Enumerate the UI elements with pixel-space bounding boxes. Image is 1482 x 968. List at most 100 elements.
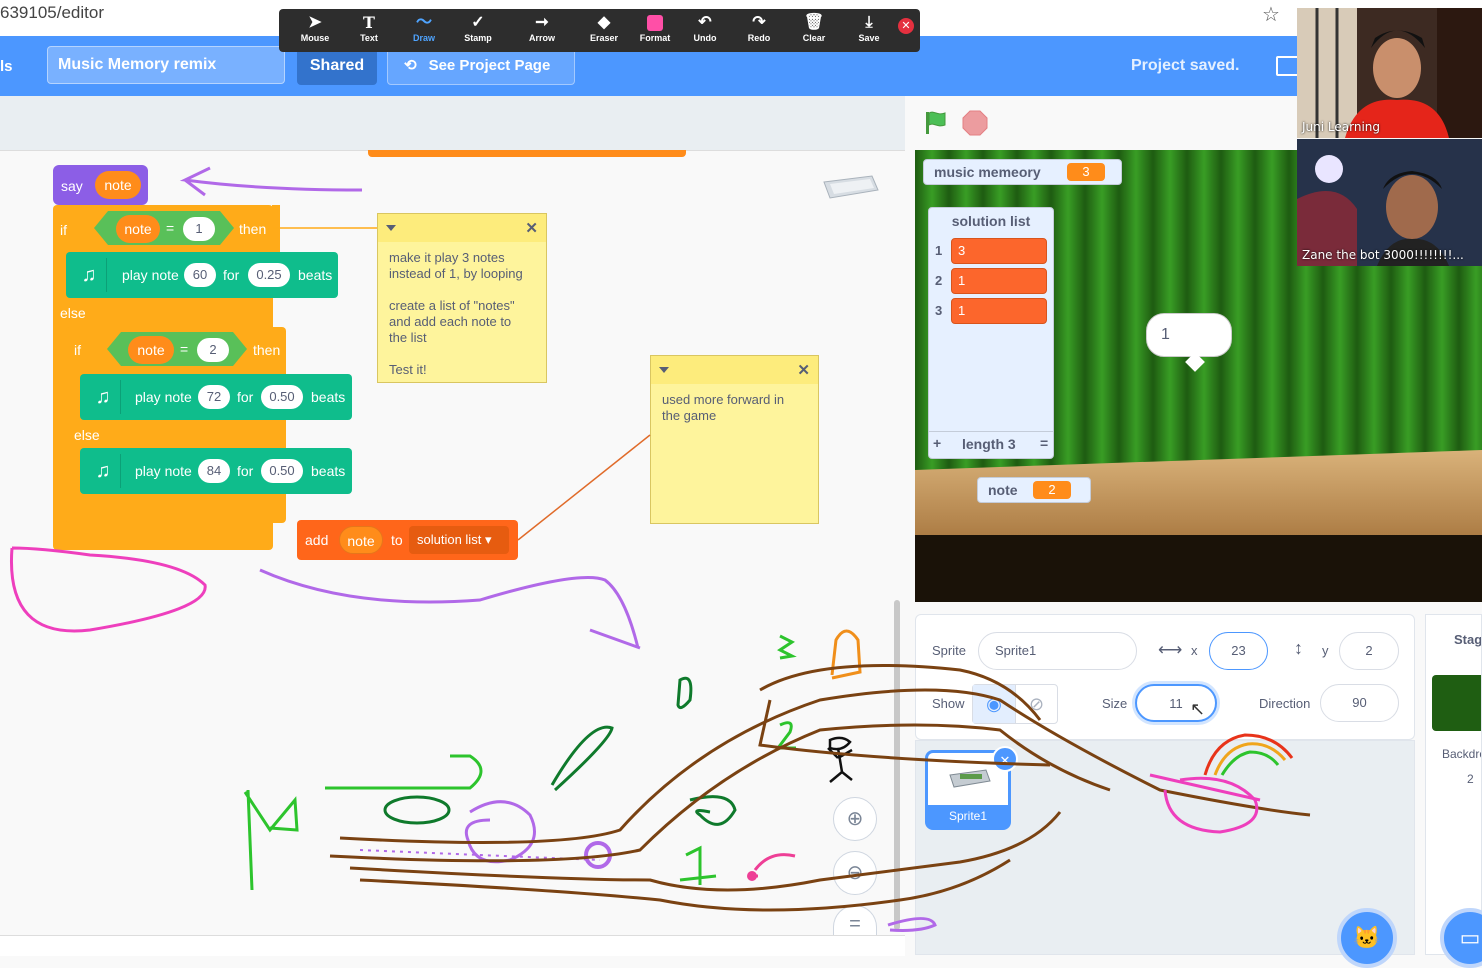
redo-icon: ↷ [752,14,766,31]
say-block[interactable]: say note [53,165,148,205]
undo-tool[interactable]: ↶ Undo [677,13,733,43]
format-tool[interactable]: Format [627,13,683,43]
close-icon[interactable]: ✕ [525,219,538,237]
add-item-button[interactable]: + [933,435,941,451]
list-cell[interactable]: 3 [951,238,1047,264]
play-note-block[interactable]: ♫ play note 60 for 0.25 beats [66,252,338,298]
add-to-list-block[interactable]: add note to solution list ▾ [297,520,518,560]
trash-icon: 🗑 [803,14,825,31]
close-icon[interactable]: ✕ [797,361,810,379]
resize-handle[interactable]: = [1040,435,1048,451]
note-value[interactable]: 60 [184,263,216,287]
code-toolbar [0,96,905,150]
url-text[interactable]: 639105/editor [0,3,104,23]
sprite-tile-name: Sprite1 [928,805,1008,827]
project-title-input[interactable]: Music Memory remix [47,46,285,84]
sprite-name-input[interactable]: Sprite1 [978,632,1137,670]
note-reporter[interactable]: note [116,215,160,243]
backdrops-label: Backdro [1442,747,1482,761]
play-note-block[interactable]: ♫ play note 72 for 0.50 beats [80,374,352,420]
clear-tool[interactable]: 🗑 Clear [786,13,842,43]
tool-label: Format [639,33,671,43]
collapse-icon[interactable] [659,367,669,373]
note-reporter[interactable]: note [95,171,141,199]
delete-sprite-icon[interactable]: ✕ [992,746,1018,772]
compare-value[interactable]: 2 [197,338,229,362]
add-label: add [305,532,329,548]
list-cell[interactable]: 1 [951,298,1047,324]
vertical-scrollbar[interactable] [894,600,900,930]
list-footer: + length 3 = [929,431,1053,458]
beats-label: beats [311,463,346,479]
monitor-value: 3 [1067,163,1105,181]
comment-note[interactable]: ✕ make it play 3 notes instead of 1, by … [377,213,547,383]
x-input[interactable]: 23 [1209,632,1268,670]
beats-label: beats [311,389,346,405]
note-reporter[interactable]: note [339,526,383,554]
shared-button[interactable]: Shared [297,47,377,85]
tool-label: Text [360,33,378,43]
note-reporter[interactable]: note [128,336,174,364]
see-project-page-button[interactable]: ⟲ See Project Page [387,47,575,85]
mouse-tool[interactable]: ➤ Mouse [287,13,343,43]
redo-tool[interactable]: ↷ Redo [731,13,787,43]
tutorials-menu-item[interactable]: ls [0,58,13,75]
zoom-in-icon[interactable]: ⊕ [833,797,877,841]
text-tool[interactable]: T Text [341,13,397,43]
see-project-page-label: See Project Page [428,57,551,74]
list-dropdown[interactable]: solution list ▾ [409,526,509,554]
add-sprite-icon[interactable]: 🐱 [1337,908,1397,968]
equals-sign: = [180,341,189,357]
offscreen-block-edge[interactable] [368,150,686,157]
list-monitor[interactable]: solution list 1 3 2 1 3 1 + length 3 = [928,207,1054,459]
bookmark-star-icon[interactable]: ☆ [1262,2,1280,27]
close-annotation-icon[interactable]: ✕ [898,18,914,34]
to-label: to [391,532,403,548]
beats-label: beats [298,267,333,283]
list-index: 3 [935,303,943,318]
comment-text[interactable]: used more forward in the game [651,384,818,432]
for-label: for [237,463,254,479]
size-label: Size [1102,696,1128,711]
comment-note[interactable]: ✕ used more forward in the game [650,355,819,524]
save-tool[interactable]: ⤓ Save [841,13,897,43]
note-value[interactable]: 72 [198,385,230,409]
note-value[interactable]: 84 [198,459,230,483]
eraser-icon: ◆ [597,14,611,31]
format-icon [627,13,683,33]
stage-target-panel[interactable]: Stag Backdro 2 [1425,614,1482,955]
direction-input[interactable]: 90 [1320,684,1399,722]
hide-eye-icon[interactable]: ⊘ [1016,685,1057,723]
list-item[interactable]: 2 1 [935,268,1047,294]
y-arrows-icon: ↕ [1294,638,1303,658]
stage-panel-title: Stag [1454,632,1482,647]
green-flag-icon[interactable] [922,110,948,136]
list-item[interactable]: 1 3 [935,238,1047,264]
text-icon: T [363,13,375,32]
if-label: if [60,222,67,238]
comment-text[interactable]: make it play 3 notes instead of 1, by lo… [378,242,546,386]
variable-monitor[interactable]: note 2 [977,477,1091,503]
list-item[interactable]: 3 1 [935,298,1047,324]
arrow-tool[interactable]: ➞ Arrow [514,13,570,43]
collapse-icon[interactable] [386,225,396,231]
draw-tool[interactable]: ～ Draw [396,13,452,43]
beats-value[interactable]: 0.50 [261,459,303,483]
tool-label: Stamp [464,33,492,43]
y-input[interactable]: 2 [1339,632,1399,670]
eraser-tool[interactable]: ◆ Eraser [576,13,632,43]
beats-value[interactable]: 0.50 [261,385,303,409]
show-eye-icon[interactable]: ◉ [973,685,1016,723]
tool-label: Redo [747,33,771,43]
horizontal-scrollbar[interactable] [0,935,905,956]
variable-monitor[interactable]: music memeory 3 [923,159,1122,185]
list-cell[interactable]: 1 [951,268,1047,294]
compare-value[interactable]: 1 [183,217,215,241]
stamp-tool[interactable]: ✓ Stamp [450,13,506,43]
stop-icon[interactable] [962,110,988,136]
then-label: then [253,342,281,358]
play-note-block[interactable]: ♫ play note 84 for 0.50 beats [80,448,352,494]
beats-value[interactable]: 0.25 [248,263,290,287]
zoom-out-icon[interactable]: ⊖ [833,851,877,895]
project-saved-status: Project saved. [1131,57,1240,74]
